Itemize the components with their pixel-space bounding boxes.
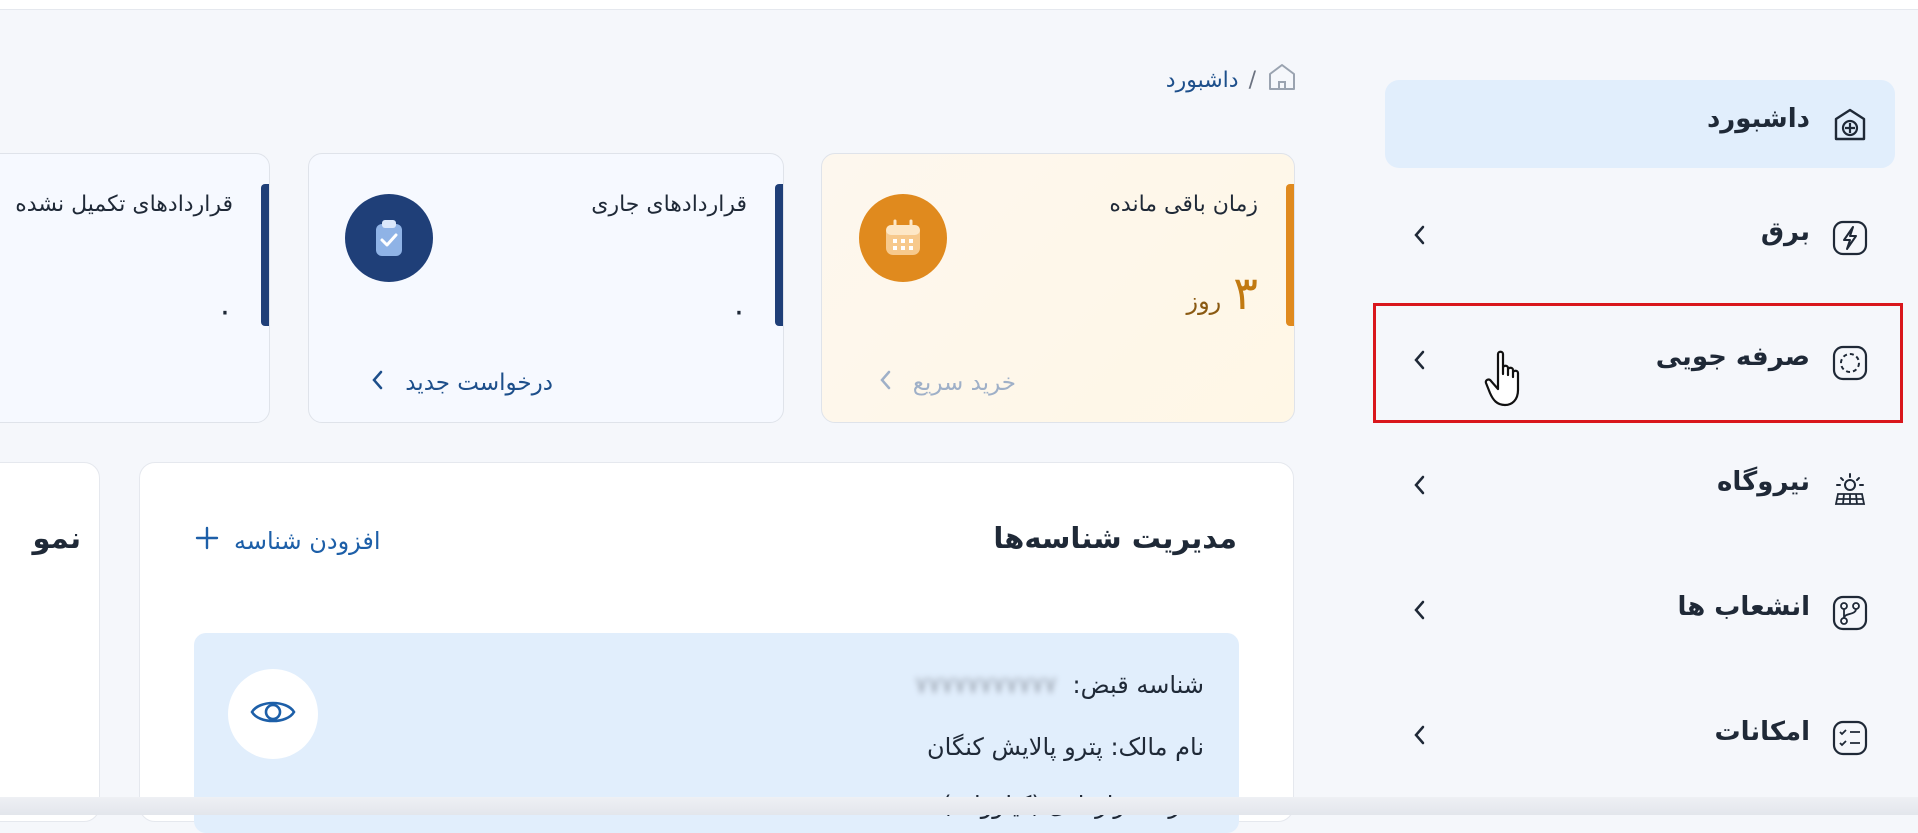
card-title: قراردادهای تکمیل نشده (15, 192, 233, 217)
remaining-days: ۳ روز (1187, 266, 1259, 320)
bottom-edge (0, 797, 1918, 815)
sidebar-item-dashboard[interactable]: داشبورد (1385, 80, 1895, 168)
remaining-days-unit: روز (1186, 287, 1222, 315)
bill-id-value: ۷۷۷۷۷۷۷۷۷۷۷ (915, 671, 1057, 699)
chevron-left-icon (1405, 470, 1435, 500)
bill-id-row: شناسه قبض: ۷۷۷۷۷۷۷۷۷۷۷ (915, 671, 1204, 699)
card-title: قراردادهای جاری (591, 192, 747, 217)
chevron-left-icon (879, 369, 893, 397)
remaining-time-card: زمان باقی مانده ۳ روز خرید سریع (821, 153, 1295, 423)
remaining-days-value: ۳ (1233, 266, 1258, 320)
identifiers-title: مدیریت شناسه‌ها (993, 521, 1237, 555)
dashboard-grid-icon (1830, 105, 1870, 145)
active-contracts-value: ۰ (730, 294, 747, 329)
view-bill-button[interactable] (228, 669, 318, 759)
owner-row: نام مالک: پترو پالایش کنگان (927, 733, 1204, 761)
owner-label: نام مالک: (1110, 733, 1204, 761)
branch-icon (1830, 593, 1870, 633)
incomplete-contracts-card: قراردادهای تکمیل نشده ۰ (0, 153, 270, 423)
card-title: زمان باقی مانده (1109, 192, 1258, 217)
features-checklist-icon (1830, 718, 1870, 758)
eye-icon (249, 695, 297, 733)
sidebar-item-power-plant[interactable]: نیروگاه (1385, 443, 1895, 531)
breadcrumb-separator: / (1248, 67, 1256, 93)
home-icon[interactable] (1266, 61, 1298, 99)
card-accent-bar (1286, 184, 1294, 326)
new-request-button[interactable]: درخواست جدید (371, 369, 553, 397)
identifiers-panel: مدیریت شناسه‌ها افزودن شناسه شناسه قبض: … (139, 462, 1294, 833)
card-accent-bar (261, 184, 269, 326)
breadcrumb: / داشبورد (1130, 62, 1298, 98)
clipboard-check-icon (345, 194, 433, 282)
power-plant-icon (1830, 468, 1870, 508)
card-accent-bar (775, 184, 783, 326)
electricity-bolt-icon (1830, 218, 1870, 258)
sidebar-item-label: نیروگاه (1717, 467, 1810, 497)
add-identifier-button[interactable]: افزودن شناسه (194, 525, 381, 557)
quick-buy-label: خرید سریع (912, 370, 1016, 396)
chevron-left-icon (1405, 595, 1435, 625)
hand-pointer-cursor-icon (1484, 350, 1526, 408)
sidebar-item-branches[interactable]: انشعاب ها (1385, 568, 1895, 656)
cropped-panel-title: نمو (32, 521, 81, 555)
sidebar-item-electricity[interactable]: برق (1385, 193, 1895, 281)
calendar-icon (859, 194, 947, 282)
selection-highlight (1373, 303, 1903, 423)
top-bar (0, 0, 1918, 10)
owner-value: پترو پالایش کنگان (927, 733, 1103, 761)
active-contracts-card: قراردادهای جاری ۰ درخواست جدید (308, 153, 784, 423)
breadcrumb-current[interactable]: داشبورد (1166, 68, 1239, 93)
bill-id-label: شناسه قبض: (1072, 671, 1204, 699)
sidebar-item-features[interactable]: امکانات (1385, 693, 1895, 781)
chevron-left-icon (371, 369, 385, 397)
sidebar-item-label: امکانات (1714, 717, 1810, 747)
quick-buy-button[interactable]: خرید سریع (879, 369, 1016, 397)
add-identifier-label: افزودن شناسه (234, 527, 381, 555)
sidebar-item-label: انشعاب ها (1677, 592, 1810, 622)
sidebar-item-label: برق (1760, 217, 1810, 247)
sidebar-item-label: داشبورد (1706, 104, 1810, 134)
chevron-left-icon (1405, 220, 1435, 250)
incomplete-contracts-value: ۰ (216, 294, 233, 329)
plus-icon (194, 525, 220, 557)
chevron-left-icon (1405, 720, 1435, 750)
cropped-panel: نمو (0, 462, 100, 822)
new-request-label: درخواست جدید (405, 370, 553, 396)
